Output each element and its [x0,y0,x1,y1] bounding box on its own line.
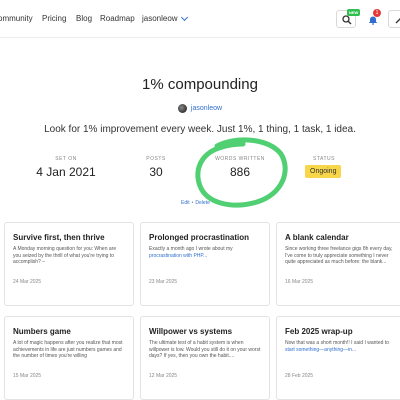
post-date: 15 Mar 2025 [13,373,42,379]
page-title: 1% compounding [142,76,258,93]
post-excerpt-link[interactable]: start something—anything—in... [285,347,356,353]
chevron-down-icon [180,13,188,22]
stat-value-words: 886 [229,165,251,179]
post-date: 23 Mar 2025 [149,279,178,285]
delete-link[interactable]: Delete [195,200,209,206]
nav-pricing-link[interactable]: Pricing [42,14,66,23]
streak-description: Look for 1% improvement every week. Just… [44,124,356,135]
post-title: Feb 2025 wrap-up [285,327,353,336]
avatar[interactable] [177,104,187,113]
post-title: Prolonged procrastination [149,233,250,242]
pen-icon [395,18,400,24]
stat-value-posts: 30 [149,165,163,179]
separator-dot: • [191,200,194,206]
post-date: 16 Mar 2025 [285,279,314,285]
post-excerpt: A Monday morning question for you: When … [13,246,117,265]
author-row: jasonleow [0,104,400,113]
stat-label-posts: POSTS [146,156,166,162]
edit-link[interactable]: Edit [181,200,190,206]
write-button[interactable] [388,10,400,28]
post-excerpt: Now that was a short month!! I said I wa… [285,340,389,353]
status-badge: Ongoing [305,165,342,178]
post-excerpt-link[interactable]: procrastination with PHP... [149,253,207,259]
post-card[interactable]: Survive first, then thrive A Monday morn… [4,222,134,306]
stat-value-set-on: 4 Jan 2021 [36,165,96,179]
search-icon [342,15,352,25]
user-menu-label: jasonleow [142,14,178,23]
notification-count-badge: 1 [373,9,381,17]
post-excerpt: A lot of magic happens after you realize… [13,340,123,359]
user-menu[interactable]: jasonleow [142,13,188,23]
post-card[interactable]: Willpower vs systems The ultimate test o… [140,316,270,400]
post-excerpt: Exactly a month ago I wrote about my pro… [149,246,233,259]
nav-roadmap-link[interactable]: Roadmap [100,14,135,23]
post-card[interactable]: A blank calendar Since working three fre… [276,222,400,306]
new-badge: NEW [347,9,361,16]
stat-label-status: STATUS [313,156,335,162]
post-title: Numbers game [13,327,71,336]
post-date: 24 Mar 2025 [13,279,42,285]
post-excerpt: Since working three freelance gigs 8h ev… [285,246,393,265]
author-link[interactable]: jasonleow [191,105,222,112]
stat-label-set-on: SET ON [55,156,77,162]
edit-actions: Edit • Delete [181,200,210,206]
stat-label-words: WORDS WRITTEN [215,156,265,162]
post-card[interactable]: Numbers game A lot of magic happens afte… [4,316,134,400]
post-excerpt: The ultimate test of a habit system is w… [149,340,261,359]
post-title: Survive first, then thrive [13,233,105,242]
post-card[interactable]: Prolonged procrastination Exactly a mont… [140,222,270,306]
nav-community-link[interactable]: ommunity [0,14,33,23]
nav-blog-link[interactable]: Blog [76,14,92,23]
top-nav: ommunity Pricing Blog Roadmap jasonleow … [0,0,400,38]
post-date: 12 Mar 2025 [149,373,178,379]
post-title: A blank calendar [285,233,349,242]
post-card[interactable]: Feb 2025 wrap-up Now that was a short mo… [276,316,400,400]
post-title: Willpower vs systems [149,327,233,336]
post-date: 28 Feb 2025 [285,373,314,379]
